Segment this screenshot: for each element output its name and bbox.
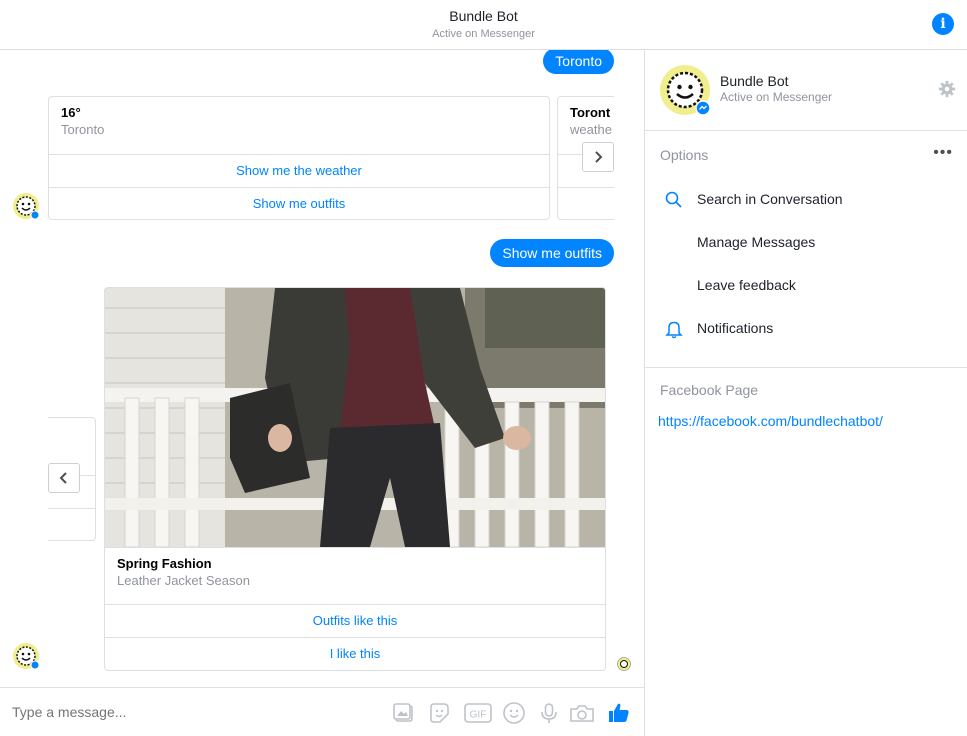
option-label: Notifications <box>697 320 774 336</box>
conversation-details-panel: Bundle Bot Active on Messenger Options •… <box>644 50 967 736</box>
fashion-card: Spring Fashion Leather Jacket Season Out… <box>104 287 606 671</box>
weather-city: Toronto <box>61 122 105 137</box>
chevron-right-icon <box>595 151 603 163</box>
image-icon[interactable] <box>392 701 416 725</box>
profile-section: Bundle Bot Active on Messenger <box>645 50 967 131</box>
conversation-header: Bundle Bot Active on Messenger i <box>0 0 967 50</box>
show-weather-button[interactable]: Show me the weather <box>49 155 549 188</box>
gear-icon[interactable] <box>938 80 956 98</box>
notifications[interactable]: Notifications <box>645 310 967 348</box>
weather-card-next-title: Toront <box>570 105 611 120</box>
chevron-left-icon <box>59 472 67 484</box>
conversation-thread[interactable]: Toronto 16° Toronto Show me the weather … <box>0 50 644 687</box>
fashion-card-subtitle: Leather Jacket Season <box>117 573 250 588</box>
outgoing-message: Show me outfits <box>490 239 614 267</box>
message-input[interactable] <box>12 704 372 720</box>
facebook-page-heading: Facebook Page <box>660 382 759 398</box>
facebook-page-link[interactable]: https://facebook.com/bundlechatbot/ <box>658 413 883 429</box>
weather-card: 16° Toronto Show me the weather Show me … <box>48 96 550 220</box>
fashion-card-header: Spring Fashion Leather Jacket Season <box>105 547 605 605</box>
i-like-this-button[interactable]: I like this <box>105 638 605 670</box>
outfits-like-this-button[interactable]: Outfits like this <box>105 605 605 638</box>
leave-feedback[interactable]: Leave feedback <box>645 267 967 305</box>
more-options-icon[interactable]: ••• <box>933 144 953 162</box>
thumbs-up-icon[interactable] <box>607 701 631 725</box>
search-icon <box>665 191 682 208</box>
weather-card-next-subtitle: weathe <box>570 122 612 137</box>
profile-status: Active on Messenger <box>720 90 833 104</box>
read-receipt-icon <box>617 657 631 671</box>
divider <box>645 367 967 368</box>
carousel-next-button[interactable] <box>582 142 614 172</box>
info-icon[interactable]: i <box>932 13 954 35</box>
header-title: Bundle Bot <box>449 8 518 24</box>
manage-messages[interactable]: Manage Messages <box>645 224 967 262</box>
header-status: Active on Messenger <box>432 28 535 40</box>
options-heading: Options <box>660 147 709 163</box>
option-label: Manage Messages <box>697 234 816 250</box>
sticker-icon[interactable] <box>427 701 451 725</box>
avatar <box>12 642 40 670</box>
option-label: Search in Conversation <box>697 191 843 207</box>
avatar <box>12 192 40 220</box>
weather-card-header: 16° Toronto <box>49 97 549 155</box>
option-label: Leave feedback <box>697 277 796 293</box>
carousel-prev-button[interactable] <box>48 463 80 493</box>
show-outfits-button[interactable]: Show me outfits <box>49 188 549 219</box>
weather-temperature: 16° <box>61 105 81 120</box>
profile-name: Bundle Bot <box>720 73 789 89</box>
gif-icon[interactable]: GIF <box>464 701 492 725</box>
bot-face-icon <box>13 643 40 670</box>
svg-text:GIF: GIF <box>470 710 487 721</box>
avatar <box>660 65 711 116</box>
emoji-icon[interactable] <box>502 701 526 725</box>
message-composer: GIF <box>0 687 644 736</box>
bot-face-icon <box>13 193 40 220</box>
outfit-photo[interactable] <box>105 288 605 547</box>
fashion-card-title: Spring Fashion <box>117 556 212 571</box>
outgoing-message: Toronto <box>543 50 614 74</box>
bell-icon <box>665 321 683 339</box>
microphone-icon[interactable] <box>537 701 561 725</box>
camera-icon[interactable] <box>569 701 595 725</box>
search-in-conversation[interactable]: Search in Conversation <box>645 181 967 219</box>
